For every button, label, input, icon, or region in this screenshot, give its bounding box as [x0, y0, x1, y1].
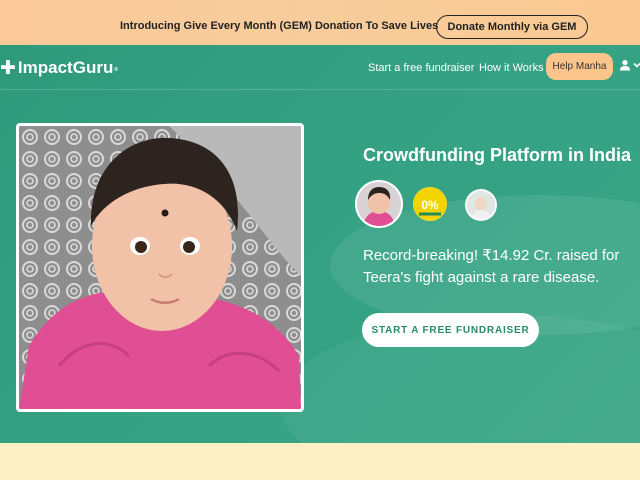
chevron-down-icon — [633, 62, 640, 68]
logo-trademark: ® — [114, 67, 119, 73]
user-menu[interactable] — [619, 59, 640, 71]
impactguru-logo[interactable]: ✚ ImpactGuru ® — [0, 58, 118, 78]
record-text: Record-breaking! ₹14.92 Cr. raised for T… — [363, 247, 620, 286]
logo-text: ImpactGuru — [17, 58, 114, 77]
zero-percent-badge: 0% — [421, 198, 439, 212]
hero-headline: Crowdfunding Platform in India — [363, 145, 631, 165]
nav-how-it-works-link[interactable]: How it Works — [479, 62, 544, 74]
avatar[interactable] — [465, 189, 497, 221]
plus-logo-icon: ✚ — [0, 57, 16, 79]
avatar[interactable]: 0% — [413, 187, 447, 221]
donate-monthly-button[interactable]: Donate Monthly via GEM — [436, 15, 588, 39]
help-manha-button[interactable]: Help Manha — [546, 53, 613, 80]
hero-section: ✚ ImpactGuru ® Start a free fundraiser H… — [0, 45, 640, 443]
bottom-section — [0, 443, 640, 480]
start-free-fundraiser-button[interactable]: START A FREE FUNDRAISER — [362, 313, 539, 347]
nav-divider — [0, 89, 640, 90]
promo-banner: Introducing Give Every Month (GEM) Donat… — [0, 0, 640, 45]
promo-text: Introducing Give Every Month (GEM) Donat… — [120, 20, 439, 32]
hero-photo — [16, 123, 304, 412]
baby-photo — [19, 126, 301, 409]
nav-start-fundraiser-link[interactable]: Start a free fundraiser — [368, 62, 474, 74]
user-icon — [620, 60, 630, 71]
avatar-carousel: 0% — [355, 180, 505, 230]
avatar[interactable] — [355, 180, 403, 228]
